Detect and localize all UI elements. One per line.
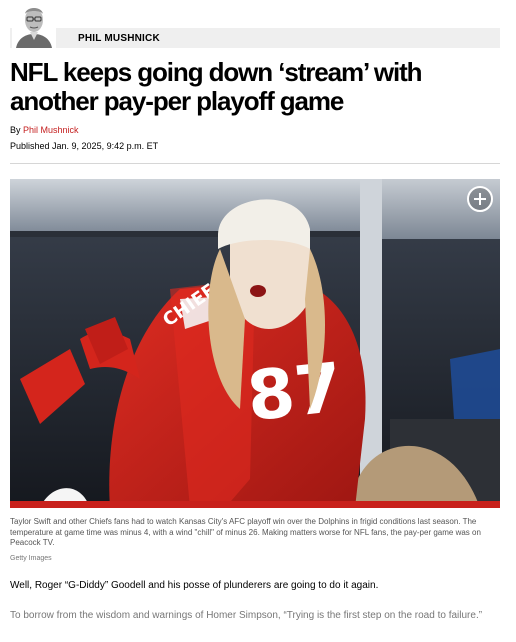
image-caption: Taylor Swift and other Chiefs fans had t… bbox=[10, 517, 481, 547]
article-headline: NFL keeps going down ‘stream’ with anoth… bbox=[10, 57, 423, 116]
byline-prefix: By bbox=[10, 125, 21, 135]
divider bbox=[10, 163, 500, 164]
body-paragraph-2: To borrow from the wisdom and warnings o… bbox=[10, 610, 483, 621]
expand-image-button[interactable] bbox=[467, 186, 493, 212]
author-headshot bbox=[12, 2, 56, 48]
column-header: PHIL MUSHNICK bbox=[10, 0, 500, 50]
hero-image[interactable]: 87 CHIEFS bbox=[10, 179, 500, 508]
published-timestamp: Published Jan. 9, 2025, 9:42 p.m. ET bbox=[10, 141, 159, 151]
jersey-number: 87 bbox=[244, 349, 346, 437]
byline: By Phil Mushnick bbox=[10, 125, 79, 135]
hero-photo: 87 CHIEFS bbox=[10, 179, 500, 508]
body-paragraph-1: Well, Roger “G-Diddy” Goodell and his po… bbox=[10, 580, 379, 591]
image-credit: Getty Images bbox=[10, 555, 52, 562]
column-name[interactable]: PHIL MUSHNICK bbox=[78, 33, 160, 44]
author-link[interactable]: Phil Mushnick bbox=[23, 125, 79, 135]
